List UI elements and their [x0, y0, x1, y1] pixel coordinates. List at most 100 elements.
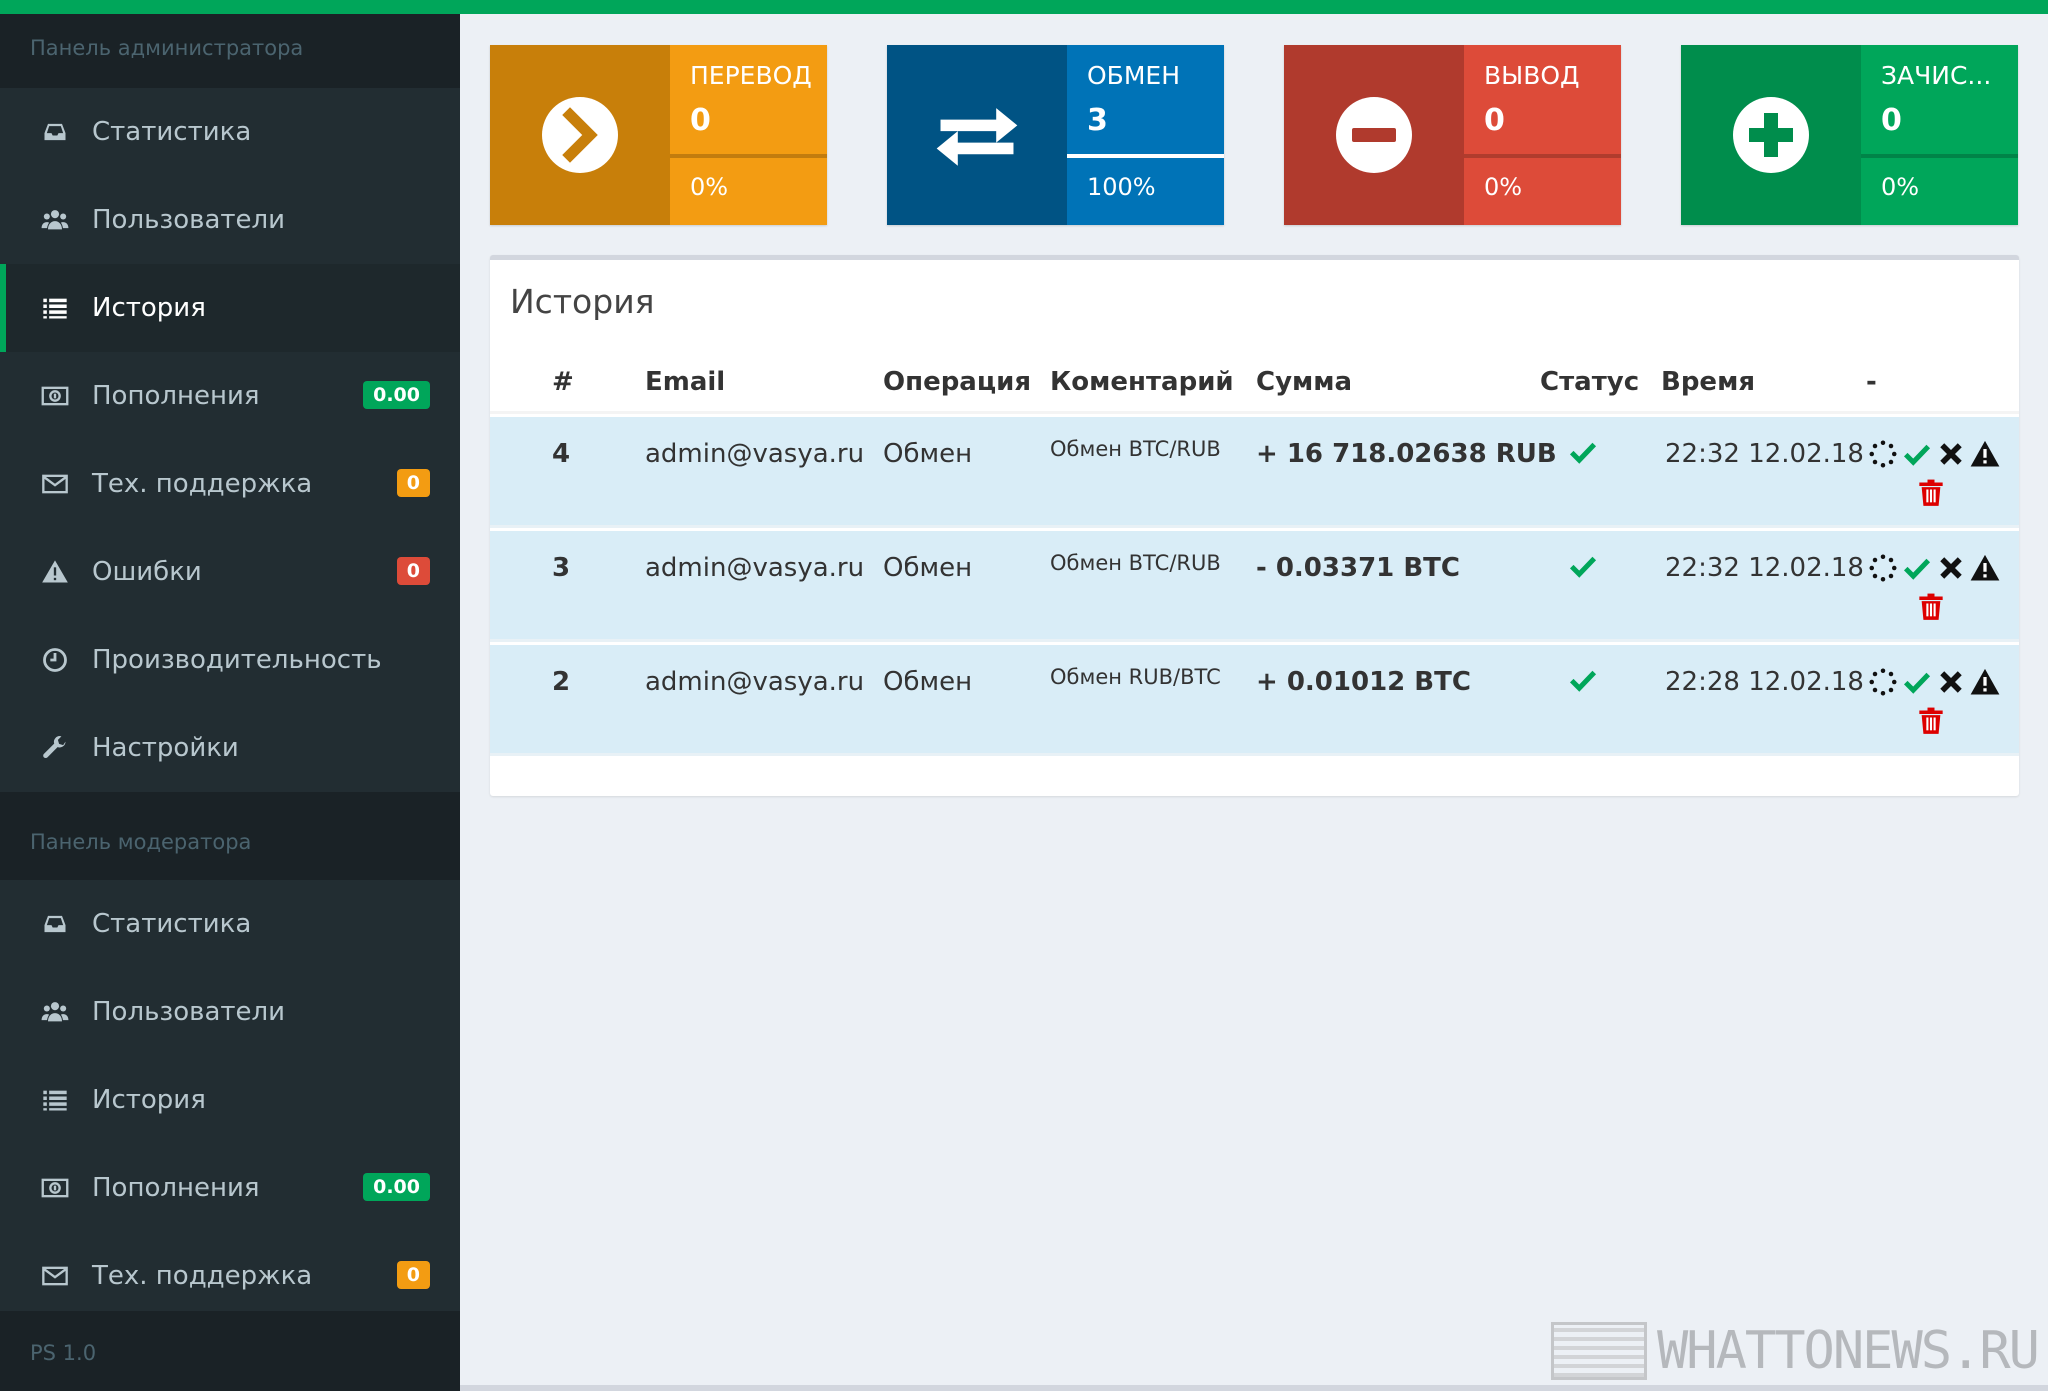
infobox-progress	[1067, 154, 1224, 158]
money-icon	[40, 381, 70, 411]
cell-email: admin@vasya.ru	[645, 439, 865, 469]
list-icon	[40, 293, 70, 323]
trash-icon[interactable]	[1918, 707, 1944, 739]
warning-icon[interactable]	[1970, 553, 2000, 587]
progress-fill	[1067, 154, 1224, 158]
infobox-title: ЗАЧИС...	[1881, 61, 1992, 90]
spinner-icon[interactable]	[1868, 553, 1898, 587]
check-icon[interactable]	[1902, 439, 1932, 473]
history-box: История # Email Операция Коментарий Сумм…	[490, 255, 2019, 796]
infobox-deposit[interactable]: ЗАЧИС... 0 0%	[1681, 45, 2018, 225]
infobox-title: ОБМЕН	[1087, 61, 1180, 90]
infobox-progress	[670, 154, 827, 158]
sidebar-moderator-item-4[interactable]: Тех. поддержка 0	[0, 1232, 460, 1320]
infobox-value: 3	[1087, 103, 1108, 138]
sidebar-item-label: История	[92, 293, 206, 323]
sidebar-item-label: Тех. поддержка	[92, 469, 313, 499]
sidebar-accent-bar	[0, 0, 460, 14]
spinner-icon[interactable]	[1868, 667, 1898, 701]
col-email[interactable]: Email	[645, 352, 725, 414]
warning-icon[interactable]	[1970, 667, 2000, 701]
sidebar: Панель администратора Статистика Пользова…	[0, 0, 460, 1391]
sidebar-admin-item-2[interactable]: История	[0, 264, 460, 352]
cell-id: 2	[552, 667, 571, 697]
sidebar-admin-item-7[interactable]: Настройки	[0, 704, 460, 792]
sidebar-admin-item-6[interactable]: Производительность	[0, 616, 460, 704]
infobox-percent: 0%	[690, 173, 729, 201]
sidebar-header-moderator: Панель модератора	[0, 792, 460, 880]
infobox-withdraw[interactable]: ВЫВОД 0 0%	[1284, 45, 1621, 225]
cell-time: 22:32 12.02.18	[1665, 439, 1864, 469]
sidebar-item-label: Пополнения	[92, 381, 260, 411]
col-amount[interactable]: Сумма	[1256, 352, 1352, 414]
sidebar-admin-menu: Статистика Пользователи История Пополнения 0…	[0, 88, 460, 792]
cell-id: 4	[552, 439, 571, 469]
col-status[interactable]: Статус	[1540, 352, 1639, 414]
sidebar-moderator-item-2[interactable]: История	[0, 1056, 460, 1144]
trash-icon[interactable]	[1918, 593, 1944, 625]
infobox-value: 0	[1484, 103, 1505, 138]
count-badge: 0.00	[363, 1173, 430, 1201]
row-actions	[1868, 553, 2000, 587]
trash-icon[interactable]	[1918, 479, 1944, 511]
col-operation[interactable]: Операция	[883, 352, 1031, 414]
sidebar-admin-item-0[interactable]: Статистика	[0, 88, 460, 176]
cell-comment: Обмен RUB/BTC	[1050, 665, 1221, 689]
sidebar-admin-item-4[interactable]: Тех. поддержка 0	[0, 440, 460, 528]
version-label: PS 1.0	[0, 1311, 460, 1391]
cell-amount: - 0.03371 BTC	[1256, 553, 1460, 583]
check-icon[interactable]	[1902, 553, 1932, 587]
sidebar-moderator-item-0[interactable]: Статистика	[0, 880, 460, 968]
cell-time: 22:32 12.02.18	[1665, 553, 1864, 583]
sidebar-moderator-item-1[interactable]: Пользователи	[0, 968, 460, 1056]
count-badge: 0.00	[363, 381, 430, 409]
envelope-icon	[40, 1261, 70, 1291]
table-row[interactable]: 3 admin@vasya.ru Обмен Обмен BTC/RUB - 0.033…	[490, 531, 2019, 642]
watermark-text: WHATTONEWS.RU	[1657, 1321, 2040, 1381]
times-icon[interactable]	[1936, 667, 1966, 701]
times-icon[interactable]	[1936, 439, 1966, 473]
wrench-icon	[40, 733, 70, 763]
sidebar-item-label: Производительность	[92, 645, 382, 675]
col-comment[interactable]: Коментарий	[1050, 352, 1234, 414]
infobox-title: ВЫВОД	[1484, 61, 1580, 90]
infobox-transfer[interactable]: ПЕРЕВОД 0 0%	[490, 45, 827, 225]
status-check-icon	[1568, 665, 1598, 702]
row-actions	[1868, 667, 2000, 701]
money-icon	[40, 1173, 70, 1203]
check-icon[interactable]	[1902, 667, 1932, 701]
table-row[interactable]: 4 admin@vasya.ru Обмен Обмен BTC/RUB + 16 71…	[490, 417, 2019, 528]
sidebar-item-label: Пополнения	[92, 1173, 260, 1203]
infobox-progress	[1861, 154, 2018, 158]
cell-id: 3	[552, 553, 571, 583]
sidebar-admin-item-5[interactable]: Ошибки 0	[0, 528, 460, 616]
cell-amount: + 0.01012 BTC	[1256, 667, 1471, 697]
table-row[interactable]: 2 admin@vasya.ru Обмен Обмен RUB/BTC + 0.010…	[490, 645, 2019, 756]
warning-icon[interactable]	[1970, 439, 2000, 473]
newspaper-icon	[1551, 1322, 1647, 1380]
sidebar-item-label: Тех. поддержка	[92, 1261, 313, 1291]
infobox-content: ВЫВОД 0 0%	[1464, 45, 1621, 225]
infobox-value: 0	[1881, 103, 1902, 138]
infobox-exchange[interactable]: ОБМЕН 3 100%	[887, 45, 1224, 225]
chevron-right-circle-icon	[490, 45, 670, 225]
cell-comment: Обмен BTC/RUB	[1050, 551, 1221, 575]
infobox-content: ЗАЧИС... 0 0%	[1861, 45, 2018, 225]
sidebar-admin-item-1[interactable]: Пользователи	[0, 176, 460, 264]
col-time[interactable]: Время	[1661, 352, 1755, 414]
col-id[interactable]: #	[552, 352, 574, 414]
sidebar-item-label: Настройки	[92, 733, 239, 763]
times-icon[interactable]	[1936, 553, 1966, 587]
sidebar-item-label: Пользователи	[92, 997, 286, 1027]
spinner-icon[interactable]	[1868, 439, 1898, 473]
sidebar-admin-item-3[interactable]: Пополнения 0.00	[0, 352, 460, 440]
warning-icon	[40, 557, 70, 587]
cell-time: 22:28 12.02.18	[1665, 667, 1864, 697]
count-badge: 0	[396, 557, 430, 585]
envelope-icon	[40, 469, 70, 499]
watermark: WHATTONEWS.RU	[1551, 1321, 2040, 1381]
infobox-percent: 0%	[1484, 173, 1523, 201]
list-icon	[40, 1085, 70, 1115]
sidebar-moderator-item-3[interactable]: Пополнения 0.00	[0, 1144, 460, 1232]
infobox-content: ОБМЕН 3 100%	[1067, 45, 1224, 225]
